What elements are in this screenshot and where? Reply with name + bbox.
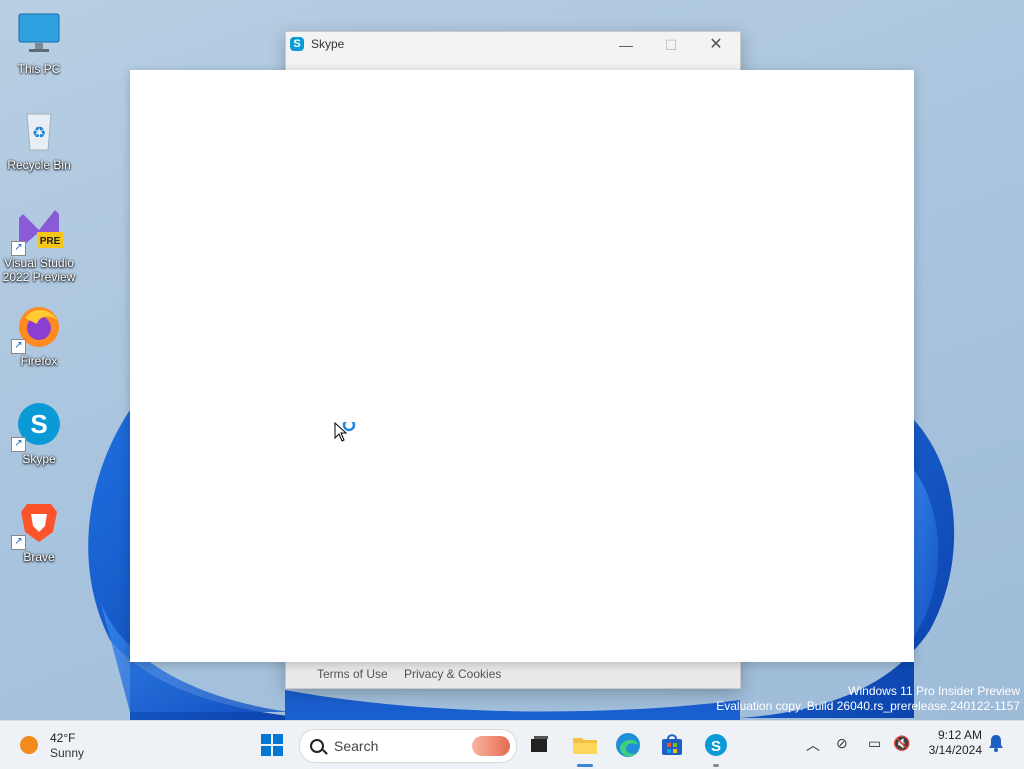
- skype-icon: S: [705, 734, 727, 756]
- desktop-icon-brave[interactable]: ↗ Brave: [2, 498, 76, 564]
- minimize-button[interactable]: —: [603, 32, 649, 60]
- search-placeholder: Search: [334, 738, 379, 754]
- firefox-icon: ↗: [11, 302, 63, 354]
- edge-button[interactable]: [612, 729, 644, 761]
- busy-cursor-icon: [334, 422, 356, 442]
- task-view-button[interactable]: [523, 729, 555, 761]
- watermark-line-1: Windows 11 Pro Insider Preview: [848, 684, 1020, 698]
- sun-icon: [20, 736, 38, 754]
- recycle-bin-icon: ♻: [15, 106, 63, 154]
- watermark-line-2: Evaluation copy. Build 26040.rs_prerelea…: [716, 699, 1020, 713]
- svg-text:S: S: [30, 409, 47, 439]
- skype-taskbar-button[interactable]: S: [700, 729, 732, 767]
- svg-text:S: S: [711, 738, 721, 755]
- weather-temperature: 42°F: [50, 731, 76, 745]
- skype-icon: S ↗: [11, 400, 63, 452]
- weather-widget[interactable]: 42°F Sunny: [14, 729, 104, 761]
- shortcut-arrow-icon: ↗: [11, 535, 26, 550]
- svg-text:♻: ♻: [32, 123, 46, 142]
- desktop-icon-label: Recycle Bin: [7, 158, 71, 172]
- visual-studio-icon: PRE ↗: [11, 204, 63, 256]
- window-title: Skype: [311, 37, 345, 51]
- shortcut-arrow-icon: ↗: [11, 241, 26, 256]
- skype-loading-splash: [130, 70, 914, 662]
- skype-footer: Terms of Use Privacy & Cookies: [286, 660, 740, 688]
- terms-of-use-link[interactable]: Terms of Use: [317, 667, 388, 681]
- edge-icon: [616, 733, 640, 757]
- privacy-cookies-link[interactable]: Privacy & Cookies: [404, 667, 501, 681]
- desktop-icon-skype[interactable]: S ↗ Skype: [2, 400, 76, 466]
- search-icon: [310, 739, 324, 753]
- desktop-icon-label: Visual Studio 2022 Preview: [2, 256, 76, 284]
- running-indicator: [577, 764, 593, 767]
- windows-logo-icon: [261, 734, 283, 756]
- evaluation-watermark: Windows 11 Pro Insider Preview Evaluatio…: [716, 684, 1020, 714]
- search-highlight-icon: [472, 736, 510, 756]
- task-view-icon: [531, 736, 548, 752]
- close-button[interactable]: ✕: [693, 32, 739, 60]
- shortcut-arrow-icon: ↗: [11, 437, 26, 452]
- volume-muted-icon[interactable]: 🔇: [893, 735, 910, 752]
- desktop-icon-label: Skype: [22, 452, 56, 466]
- maximize-button[interactable]: ☐: [648, 32, 694, 60]
- desktop-icon-visual-studio[interactable]: PRE ↗ Visual Studio 2022 Preview: [2, 204, 76, 284]
- taskbar: 42°F Sunny Search S ︿ ⊘ ▭ 🔇 9:12 AM 3/14…: [0, 720, 1024, 769]
- desktop-icon-label: This PC: [17, 62, 61, 76]
- notifications-bell-icon[interactable]: [988, 734, 1004, 755]
- shortcut-arrow-icon: ↗: [11, 339, 26, 354]
- show-hidden-icons-chevron-icon[interactable]: ︿: [806, 735, 820, 755]
- skype-logo-icon: S: [290, 37, 304, 51]
- skype-titlebar[interactable]: S Skype — ☐ ✕: [286, 32, 740, 70]
- desktop-icon-label: Firefox: [20, 354, 58, 368]
- desktop-icon-firefox[interactable]: ↗ Firefox: [2, 302, 76, 368]
- weather-condition: Sunny: [50, 746, 85, 760]
- taskbar-search-box[interactable]: Search: [299, 729, 517, 763]
- network-icon[interactable]: ⊘: [836, 735, 848, 752]
- store-icon: [662, 734, 682, 755]
- store-button[interactable]: [656, 729, 688, 761]
- pre-badge: PRE: [40, 236, 61, 247]
- start-button[interactable]: [256, 729, 288, 761]
- running-indicator: [713, 764, 719, 767]
- desktop-icon-this-pc[interactable]: This PC: [2, 10, 76, 76]
- desktop-icon-recycle-bin[interactable]: ♻ Recycle Bin: [2, 106, 76, 172]
- desktop-icon-label: Brave: [23, 550, 55, 564]
- brave-icon: ↗: [11, 498, 63, 550]
- this-pc-icon: [15, 10, 63, 58]
- clock-time: 9:12 AM: [937, 728, 982, 742]
- folder-icon: [573, 738, 597, 754]
- file-explorer-button[interactable]: [569, 729, 601, 767]
- display-icon[interactable]: ▭: [868, 735, 881, 752]
- clock-date: 3/14/2024: [928, 743, 982, 757]
- system-clock[interactable]: 9:12 AM 3/14/2024: [922, 728, 982, 758]
